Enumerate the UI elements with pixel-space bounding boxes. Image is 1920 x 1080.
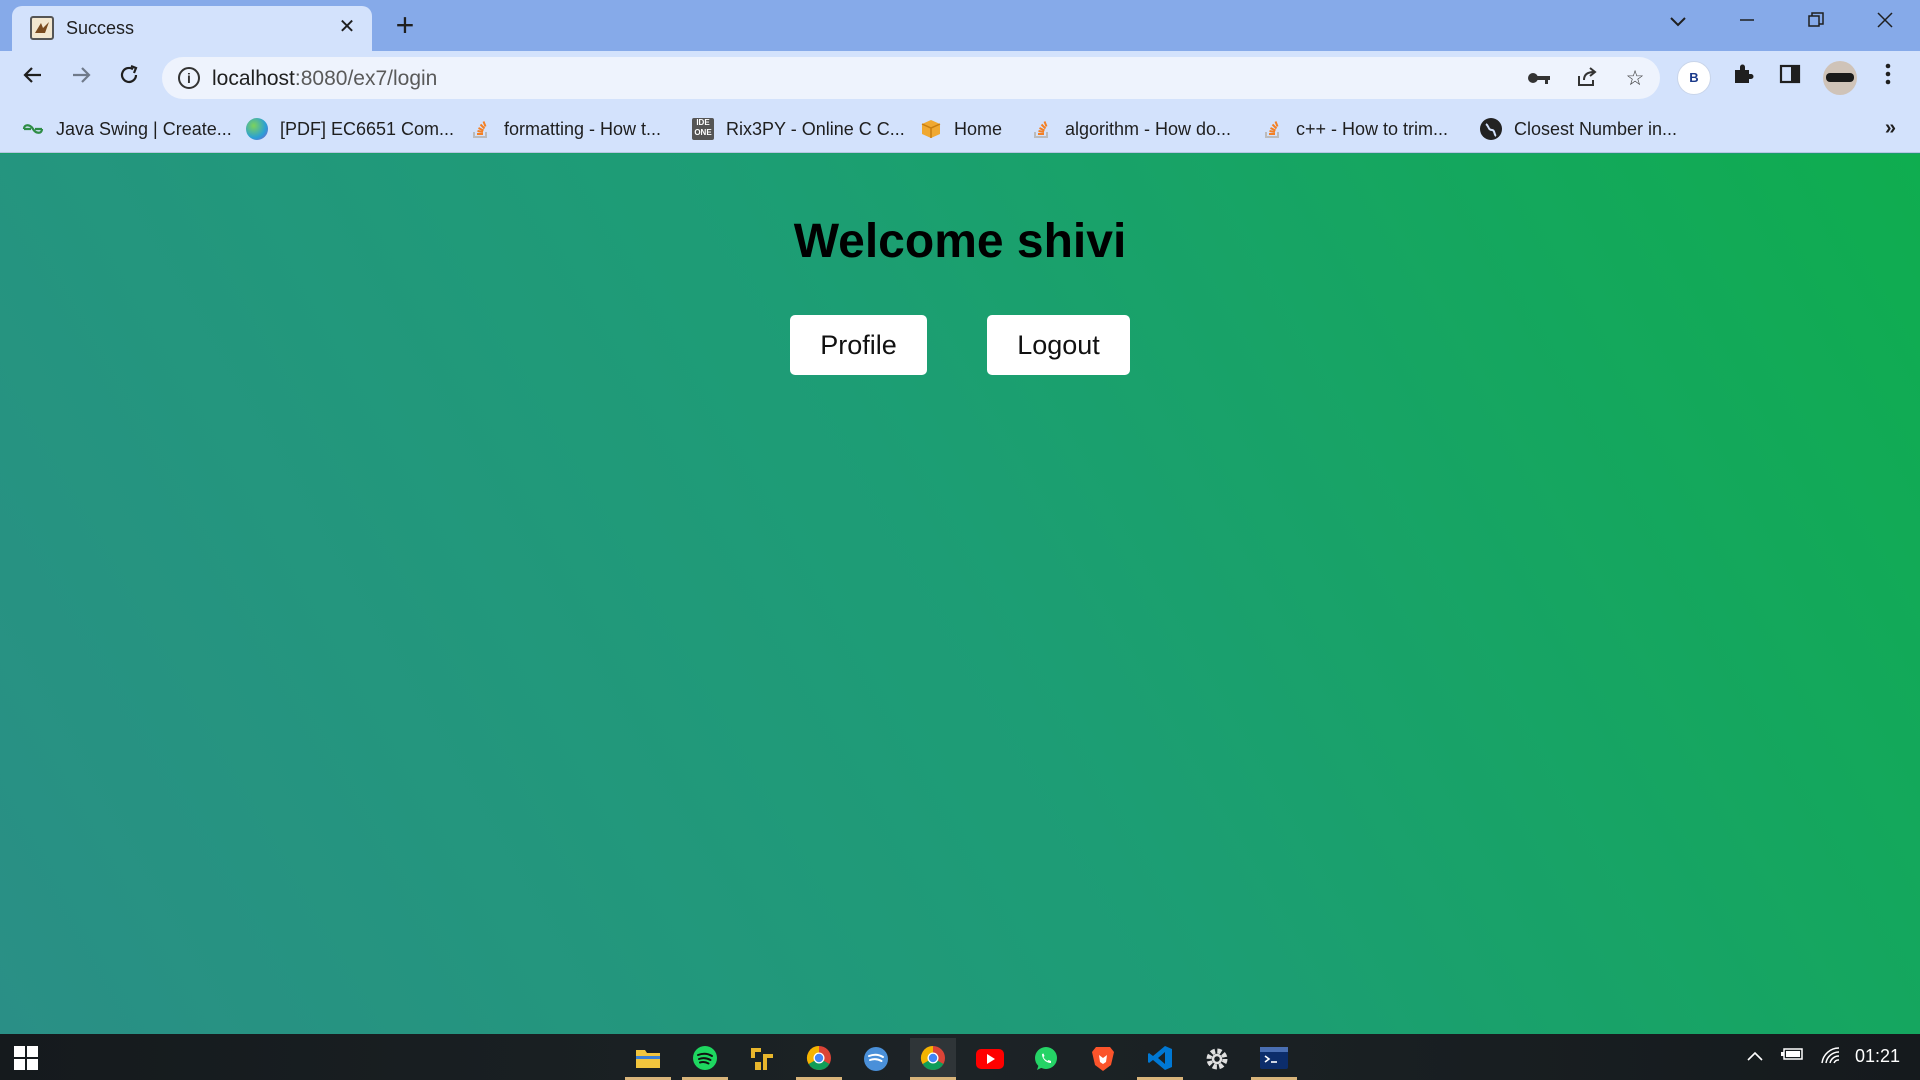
- bookmark-label: Java Swing | Create...: [56, 118, 232, 139]
- new-tab-button[interactable]: +: [390, 8, 420, 42]
- vscode-icon[interactable]: [1137, 1038, 1183, 1080]
- pixel-app-icon[interactable]: [739, 1038, 785, 1080]
- bookmark-item[interactable]: formatting - How t...: [470, 115, 661, 143]
- bookmark-item[interactable]: Java Swing | Create...: [22, 115, 232, 143]
- profile-button[interactable]: Profile: [790, 315, 927, 375]
- extension-b-icon[interactable]: B: [1677, 61, 1711, 95]
- bookmark-star-icon[interactable]: ☆: [1622, 66, 1648, 92]
- ideone-icon: IDE ONE: [692, 118, 714, 140]
- taskbar-clock[interactable]: 01:21: [1855, 1046, 1900, 1067]
- share-icon[interactable]: [1574, 66, 1600, 92]
- bookmark-item[interactable]: Closest Number in...: [1480, 115, 1677, 143]
- bookmark-label: Closest Number in...: [1514, 118, 1678, 139]
- tomcat-favicon-icon: [30, 16, 54, 40]
- tab-search-icon[interactable]: [1658, 4, 1698, 40]
- whatsapp-icon[interactable]: [1023, 1038, 1069, 1080]
- side-panel-icon[interactable]: [1775, 63, 1805, 93]
- reload-icon[interactable]: [114, 63, 144, 93]
- bookmark-item[interactable]: Home: [920, 115, 1002, 143]
- stackoverflow-icon: [1262, 118, 1284, 140]
- bookmark-item[interactable]: algorithm - How do...: [1031, 115, 1231, 143]
- more-bookmarks-icon[interactable]: »: [1885, 117, 1896, 140]
- site-info-icon[interactable]: i: [178, 67, 200, 89]
- tab-close-icon[interactable]: ✕: [334, 14, 360, 40]
- geeksforgeeks-icon: [22, 118, 44, 140]
- bookmark-label: [PDF] EC6651 Com...: [280, 118, 455, 139]
- wifi-icon[interactable]: [1820, 1046, 1842, 1069]
- bookmarks-bar: Java Swing | Create... [PDF] EC6651 Com.…: [0, 105, 1920, 153]
- bookmark-label: Home: [954, 118, 1003, 139]
- chrome-active-icon[interactable]: [910, 1038, 956, 1080]
- windows-start-icon[interactable]: [14, 1046, 38, 1070]
- extensions-puzzle-icon[interactable]: [1728, 63, 1758, 93]
- page-content: Welcome shivi Profile Logout: [0, 154, 1920, 1034]
- bookmark-label: c++ - How to trim...: [1296, 118, 1449, 139]
- tab-success[interactable]: Success ✕: [12, 6, 372, 51]
- bookmark-item[interactable]: [PDF] EC6651 Com...: [246, 115, 454, 143]
- avatar-sunglasses-icon: [1826, 73, 1854, 82]
- close-window-icon[interactable]: [1865, 4, 1905, 40]
- tab-strip: Success ✕ +: [0, 0, 1920, 51]
- spotify-icon[interactable]: [682, 1038, 728, 1080]
- profile-avatar[interactable]: [1823, 61, 1857, 95]
- password-key-icon[interactable]: [1526, 66, 1552, 92]
- box-icon: [920, 118, 942, 140]
- tab-title: Success: [66, 18, 135, 38]
- bookmark-item[interactable]: IDE ONE Rix3PY - Online C C...: [692, 115, 905, 143]
- stackoverflow-icon: [1031, 118, 1053, 140]
- welcome-heading: Welcome shivi: [793, 215, 1127, 268]
- bookmark-label: algorithm - How do...: [1065, 118, 1232, 139]
- logout-button[interactable]: Logout: [987, 315, 1130, 375]
- stackoverflow-icon: [470, 118, 492, 140]
- restore-icon[interactable]: [1796, 4, 1836, 40]
- url-host: localhost: [212, 67, 295, 90]
- taskbar: 01:21: [0, 1034, 1920, 1080]
- url-text[interactable]: localhost:8080/ex7/login: [212, 67, 437, 91]
- address-bar[interactable]: i localhost:8080/ex7/login ☆: [162, 57, 1660, 99]
- chrome-menu-icon[interactable]: [1873, 63, 1903, 93]
- forward-icon[interactable]: [66, 63, 96, 93]
- spotify-web-icon[interactable]: [853, 1038, 899, 1080]
- globe-colorful-icon: [246, 118, 268, 140]
- file-explorer-icon[interactable]: [625, 1038, 671, 1080]
- settings-gear-icon[interactable]: [1194, 1038, 1240, 1080]
- brave-icon[interactable]: [1080, 1038, 1126, 1080]
- bookmark-label: Rix3PY - Online C C...: [726, 118, 905, 139]
- battery-icon[interactable]: [1781, 1046, 1805, 1067]
- back-icon[interactable]: [18, 63, 48, 93]
- bookmark-label: formatting - How t...: [504, 118, 662, 139]
- tray-chevron-up-icon[interactable]: [1746, 1046, 1764, 1067]
- youtube-icon[interactable]: [967, 1038, 1013, 1080]
- bookmark-item[interactable]: c++ - How to trim...: [1262, 115, 1448, 143]
- chrome-icon[interactable]: [796, 1038, 842, 1080]
- terminal-icon[interactable]: [1251, 1038, 1297, 1080]
- browser-toolbar: i localhost:8080/ex7/login ☆ B: [0, 51, 1920, 105]
- globe-dark-icon: [1480, 118, 1502, 140]
- minimize-icon[interactable]: [1727, 4, 1767, 40]
- url-path: :8080/ex7/login: [294, 67, 438, 90]
